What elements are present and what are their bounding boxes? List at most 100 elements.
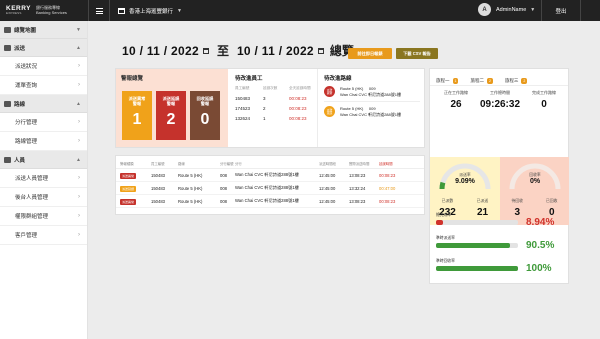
chevron-up-icon: ▲: [76, 156, 81, 163]
chevron-down-icon: ▼: [530, 6, 536, 13]
sidebar-item-branch-management[interactable]: 分行管理 ›: [0, 113, 87, 132]
today-report-button[interactable]: 前往即日報錶: [348, 48, 392, 59]
progress-value: 8.94%: [526, 217, 555, 228]
tab-count-badge: 2: [486, 77, 493, 84]
alert-title: 警報總覽: [121, 76, 144, 82]
store-name: 香港上海滙豐銀行: [129, 8, 174, 15]
progress-track: [436, 243, 518, 248]
staff-to-improve: 待改進員工 員工編號 延誤次數 全天延誤時間 150483 3 00:08:23…: [230, 69, 318, 147]
alert-type-badge: 派送延誤: [120, 185, 137, 192]
chevron-right-icon: ›: [78, 138, 80, 144]
store-selector[interactable]: 香港上海滙豐銀行 ▼: [118, 7, 182, 15]
stat-label: 派送延誤 警報: [162, 96, 180, 107]
staff-title: 待改進員工: [235, 76, 263, 82]
sidebar-item-delivery-status[interactable]: 派送狀況 ›: [0, 57, 87, 76]
store-icon: [118, 7, 125, 14]
truck-icon: [4, 44, 11, 51]
sidebar-item-backend-staff[interactable]: 後台人員管理 ›: [0, 188, 87, 207]
ontime-collection-bar: 準時回收率 100%: [436, 259, 552, 274]
table-row[interactable]: 派送異常 150483 Route 5 (HK) 008 Wan Chai CV…: [116, 195, 424, 208]
gauge-value: 0%: [529, 178, 541, 185]
chevron-right-icon: ›: [78, 82, 80, 88]
route-item[interactable]: 派送 延誤 Route 5 (HK) 009 Wan Chai CVC 軒尼詩道…: [319, 102, 425, 117]
collection-rate-gauge: 回收率 0%: [507, 161, 563, 191]
delivery-delay-alert[interactable]: 派送延誤 警報 2: [156, 91, 186, 140]
alert-type-badge: 派送異常: [120, 198, 137, 205]
top-bar: KERRY EXPRESS 銀行服務專線 Banking Services 香港…: [0, 0, 600, 21]
chevron-right-icon: ›: [78, 175, 80, 181]
table-row[interactable]: 派送異常 150483 Route 5 (HK) 008 Wan Chai CV…: [116, 169, 424, 182]
chevron-down-icon: ▼: [76, 26, 81, 33]
user-menu[interactable]: A AdminName ▼: [478, 3, 535, 16]
delivery-exception-alert[interactable]: 派送異常 警報 1: [122, 91, 152, 140]
map-icon: [4, 26, 11, 33]
ontime-delivery-bar: 準時派送率 90.5%: [436, 236, 555, 251]
route-badge: 派送 異常: [324, 86, 335, 97]
sidebar-group-staff[interactable]: 人員 ▲: [0, 151, 87, 169]
chevron-right-icon: ›: [78, 119, 80, 125]
brand-text: 銀行服務專線 Banking Services: [36, 4, 67, 15]
chevron-up-icon: ▲: [76, 44, 81, 51]
alert-type-badge: 派送異常: [120, 172, 137, 179]
brand: KERRY EXPRESS 銀行服務專線 Banking Services: [0, 0, 88, 21]
progress-track: [436, 266, 518, 271]
alert-panel: 警報總覽 派送異常 警報 1 派送延誤 警報 2 回收延誤 警報 0: [116, 69, 228, 147]
route-info: Route 5 (HK) 009 Wan Chai CVC 軒尼詩道288號1樓: [340, 106, 401, 117]
routes-to-improve: 待改進路線 派送 異常 Route 5 (HK) 009 Wan Chai CV…: [319, 69, 425, 147]
user-name: AdminName: [496, 6, 527, 13]
trip-tabs: 旅程一 1 旅程二 2 旅程三 2: [430, 69, 568, 86]
sidebar: 總覽地圖 ▼ 派送 ▲ 派送狀況 › 運單查詢 › 路線 ▲ 分行管理 › 路線管理 ›…: [0, 21, 88, 339]
table-row[interactable]: 派送延誤 150483 Route 5 (HK) 008 Wan Chai CV…: [116, 182, 424, 195]
progress-fill: [436, 266, 518, 271]
alert-summary-card: 警報總覽 派送異常 警報 1 派送延誤 警報 2 回收延誤 警報 0 待改進員工…: [115, 68, 425, 148]
gauge-value: 9.09%: [455, 178, 475, 185]
calendar-icon[interactable]: [202, 47, 209, 54]
brand-logo: KERRY EXPRESS: [6, 4, 32, 16]
tab-trip-3[interactable]: 旅程三 2: [505, 76, 528, 85]
progress-fill: [436, 220, 444, 225]
route-info: Route 5 (HK) 009 Wan Chai CVC 軒尼詩道288號1樓: [340, 86, 401, 97]
calendar-icon[interactable]: [317, 47, 324, 54]
route-icon: [4, 100, 11, 107]
delivery-rate-gauge: 派送率 9.09%: [437, 161, 493, 191]
summary-active-routes: 正在工作路線 26: [444, 90, 468, 110]
sidebar-item-route-management[interactable]: 路線管理 ›: [0, 132, 87, 151]
completion-rate-bar: 總完成率 8.94%: [436, 213, 555, 228]
chevron-up-icon: ▲: [76, 100, 81, 107]
route-item[interactable]: 派送 異常 Route 5 (HK) 009 Wan Chai CVC 軒尼詩道…: [319, 82, 425, 97]
tab-trip-1[interactable]: 旅程一 1: [436, 76, 459, 85]
alert-table: 警報種類 員工編號 路線 分行編號 分行 派送時間段 實際派送時間 延誤時間 派…: [115, 155, 425, 215]
stat-label: 派送異常 警報: [128, 96, 146, 107]
sidebar-item-courier-management[interactable]: 派送人員管理 ›: [0, 169, 87, 188]
stat-value: 0: [200, 110, 210, 128]
sidebar-item-customers[interactable]: 客戶管理 ›: [0, 226, 87, 245]
download-csv-button[interactable]: 下載 CSV 報告: [396, 48, 438, 59]
collection-delay-alert[interactable]: 回收延誤 警報 0: [190, 91, 220, 140]
summary-completed-routes: 完成工作路線 0: [532, 90, 556, 110]
route-badge: 派送 延誤: [324, 106, 335, 117]
date-to-word: 至: [216, 44, 229, 58]
progress-value: 100%: [526, 263, 552, 274]
date-to[interactable]: 10 / 11 / 2022: [237, 44, 314, 58]
sidebar-group-routes[interactable]: 路線 ▲: [0, 95, 87, 113]
trip-stats-panel: 旅程一 1 旅程二 2 旅程三 2 正在工作路線 26 工作總時間 09:26:…: [429, 68, 569, 284]
tab-trip-2[interactable]: 旅程二 2: [470, 76, 493, 85]
sidebar-item-waybill-search[interactable]: 運單查詢 ›: [0, 76, 87, 95]
people-icon: [4, 156, 11, 163]
staff-header: 員工編號 延誤次數 全天延誤時間: [235, 86, 311, 90]
staff-row[interactable]: 150483 3 00:08:23: [230, 91, 317, 101]
summary-row: 正在工作路線 26 工作總時間 09:26:32 完成工作路線 0: [430, 86, 568, 110]
menu-button[interactable]: [88, 0, 110, 21]
progress-value: 90.5%: [526, 240, 555, 251]
table-header: 警報種類 員工編號 路線 分行編號 分行 派送時間段 實際派送時間 延誤時間: [116, 156, 424, 169]
chevron-right-icon: ›: [78, 63, 80, 69]
sidebar-group-delivery[interactable]: 派送 ▲: [0, 39, 87, 57]
logout-button[interactable]: 登出: [541, 0, 581, 21]
date-from[interactable]: 10 / 11 / 2022: [122, 44, 199, 58]
staff-row[interactable]: 132624 1 00:08:23: [230, 111, 317, 121]
sidebar-group-overview[interactable]: 總覽地圖 ▼: [0, 21, 87, 39]
date-range: 10 / 11 / 2022 至 10 / 11 / 2022 總覽: [122, 42, 354, 59]
avatar: A: [478, 3, 491, 16]
staff-row[interactable]: 174523 2 00:08:23: [230, 101, 317, 111]
sidebar-item-permission-groups[interactable]: 權限群組管理 ›: [0, 207, 87, 226]
